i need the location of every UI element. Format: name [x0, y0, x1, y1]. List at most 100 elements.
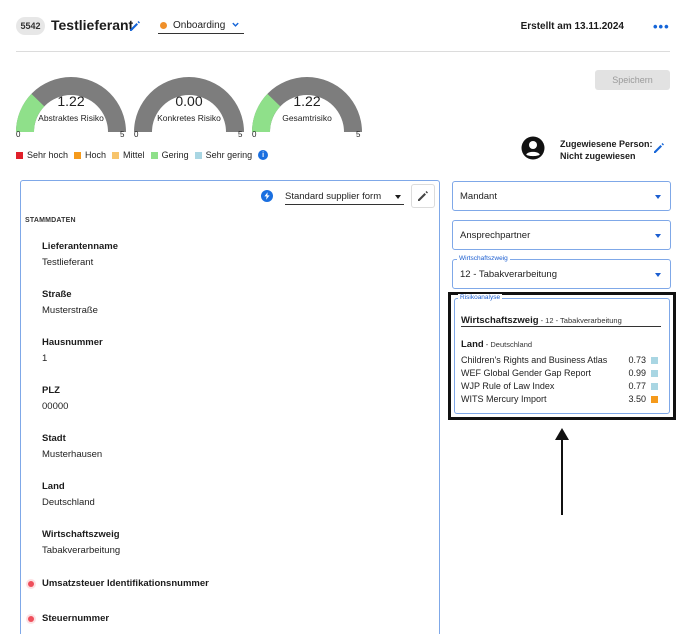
legend-label: Gering	[161, 150, 189, 160]
save-button[interactable]: Speichern	[595, 70, 670, 90]
person-icon	[521, 136, 545, 160]
risk-level-swatch	[651, 369, 658, 377]
field-value: Testlieferant	[42, 257, 94, 268]
arrow-line	[561, 438, 563, 515]
legend-swatch	[112, 151, 120, 159]
risk-row: Children's Rights and Business Atlas 0.73	[461, 355, 658, 365]
assigned-person: Zugewiesene Person: Nicht zugewiesen	[560, 138, 653, 162]
legend-item: Sehr hoch	[16, 150, 68, 160]
field-value: Deutschland	[42, 497, 95, 508]
caret-down-icon	[655, 273, 661, 277]
risk-analysis-label: Risikoanalyse	[458, 294, 503, 301]
gauge-value: 0.00	[175, 93, 203, 109]
edit-title-icon[interactable]	[129, 20, 141, 32]
ansprechpartner-select[interactable]: Ansprechpartner	[452, 220, 671, 250]
risk-sector-label: Wirtschaftszweig	[461, 315, 539, 326]
field-label: Steuernummer	[42, 613, 110, 624]
risk-divider	[461, 326, 661, 327]
required-indicator	[28, 616, 34, 622]
mandant-select[interactable]: Mandant	[452, 181, 671, 211]
caret-down-icon	[655, 234, 661, 238]
gauge-label: Gesamtrisiko	[282, 113, 332, 123]
created-date: Erstellt am 13.11.2024	[520, 21, 624, 32]
more-options-icon[interactable]: •••	[653, 19, 670, 34]
risk-index-value: 0.73	[628, 355, 646, 365]
risk-level-swatch	[651, 356, 658, 364]
risk-index-value: 0.99	[628, 368, 646, 378]
field-label: Stadt	[42, 433, 66, 444]
gauge-label: Konkretes Risiko	[157, 113, 221, 123]
legend-swatch	[16, 151, 23, 159]
status-select[interactable]: Onboarding	[158, 17, 244, 34]
gauge-label: Abstraktes Risiko	[38, 113, 104, 123]
info-icon[interactable]: i	[258, 150, 269, 160]
field-label: Umsatzsteuer Identifikationsnummer	[42, 578, 209, 589]
form-template-value: Standard supplier form	[285, 190, 382, 202]
risk-row: WJP Rule of Law Index 0.77	[461, 381, 658, 391]
caret-down-icon	[395, 195, 401, 199]
field-value: Tabakverarbeitung	[42, 545, 121, 556]
legend-item: Hoch	[74, 150, 106, 160]
legend-swatch	[150, 151, 158, 159]
field-value: Musterhausen	[42, 449, 103, 460]
caret-down-icon	[655, 195, 661, 199]
form-template-select[interactable]: Standard supplier form	[285, 188, 404, 205]
legend-item: Gering	[150, 150, 189, 160]
status-dot	[160, 21, 167, 29]
legend-label: Sehr gering	[205, 150, 253, 160]
gauge-min: 0	[252, 130, 257, 139]
legend-item: Sehr gering	[194, 150, 253, 160]
wirtschaftszweig-select[interactable]: 12 - Tabakverarbeitung	[452, 259, 671, 289]
chevron-down-icon	[232, 22, 239, 27]
assigned-person-label: Zugewiesene Person:	[560, 139, 653, 149]
pencil-icon	[418, 191, 428, 201]
risk-index-name: WITS Mercury Import	[461, 394, 547, 404]
risk-legend: Sehr hoch Hoch Mittel Gering Sehr gering i	[16, 150, 269, 160]
legend-swatch	[74, 151, 82, 159]
risk-index-value: 0.77	[628, 381, 646, 391]
field-label: Land	[42, 481, 65, 492]
risk-row: WITS Mercury Import 3.50	[461, 394, 658, 404]
mandant-placeholder: Mandant	[460, 190, 497, 202]
field-value: Musterstraße	[42, 305, 98, 316]
header-divider	[16, 51, 670, 52]
legend-swatch	[194, 151, 202, 159]
gauge-max: 5	[238, 130, 243, 139]
lightning-icon[interactable]	[261, 190, 273, 202]
risk-index-value: 3.50	[628, 394, 646, 404]
section-title: STAMMDATEN	[25, 217, 76, 224]
wirtschaftszweig-value: 12 - Tabakverarbeitung	[460, 268, 557, 280]
gauge-max: 5	[356, 130, 361, 139]
required-indicator	[28, 581, 34, 587]
risk-level-swatch	[651, 395, 658, 403]
field-label: Wirtschaftszweig	[42, 529, 120, 540]
legend-label: Mittel	[123, 150, 145, 160]
field-label: Hausnummer	[42, 337, 103, 348]
field-label: PLZ	[42, 385, 60, 396]
risk-country-label: Land	[461, 339, 484, 350]
assigned-person-value: Nicht zugewiesen	[560, 151, 636, 161]
field-value: 00000	[42, 401, 69, 412]
wirtschaftszweig-label: Wirtschaftszweig	[457, 255, 510, 262]
gauge-value: 1.22	[293, 93, 321, 109]
risk-index-name: WJP Rule of Law Index	[461, 381, 555, 391]
risk-level-swatch	[651, 382, 658, 390]
edit-form-button[interactable]	[411, 184, 435, 208]
edit-assigned-icon[interactable]	[653, 142, 665, 154]
legend-item: Mittel	[112, 150, 145, 160]
legend-label: Hoch	[85, 150, 107, 160]
status-label: Onboarding	[173, 19, 226, 31]
ansprechpartner-placeholder: Ansprechpartner	[460, 229, 531, 241]
risk-country-line: Land - Deutschland	[461, 334, 532, 352]
gauge-value: 1.22	[57, 93, 85, 109]
legend-label: Sehr hoch	[27, 150, 69, 160]
risk-row: WEF Global Gender Gap Report 0.99	[461, 368, 658, 378]
page-title: Testlieferant	[51, 17, 134, 33]
risk-sector-value: - 12 - Tabakverarbeitung	[538, 316, 622, 325]
gauge-min: 0	[16, 130, 21, 139]
field-label: Straße	[42, 289, 72, 300]
supplier-id-badge: 5542	[16, 17, 45, 35]
bolt-glyph-icon	[264, 192, 270, 200]
risk-index-name: WEF Global Gender Gap Report	[461, 368, 592, 378]
field-label: Lieferantenname	[42, 241, 119, 252]
